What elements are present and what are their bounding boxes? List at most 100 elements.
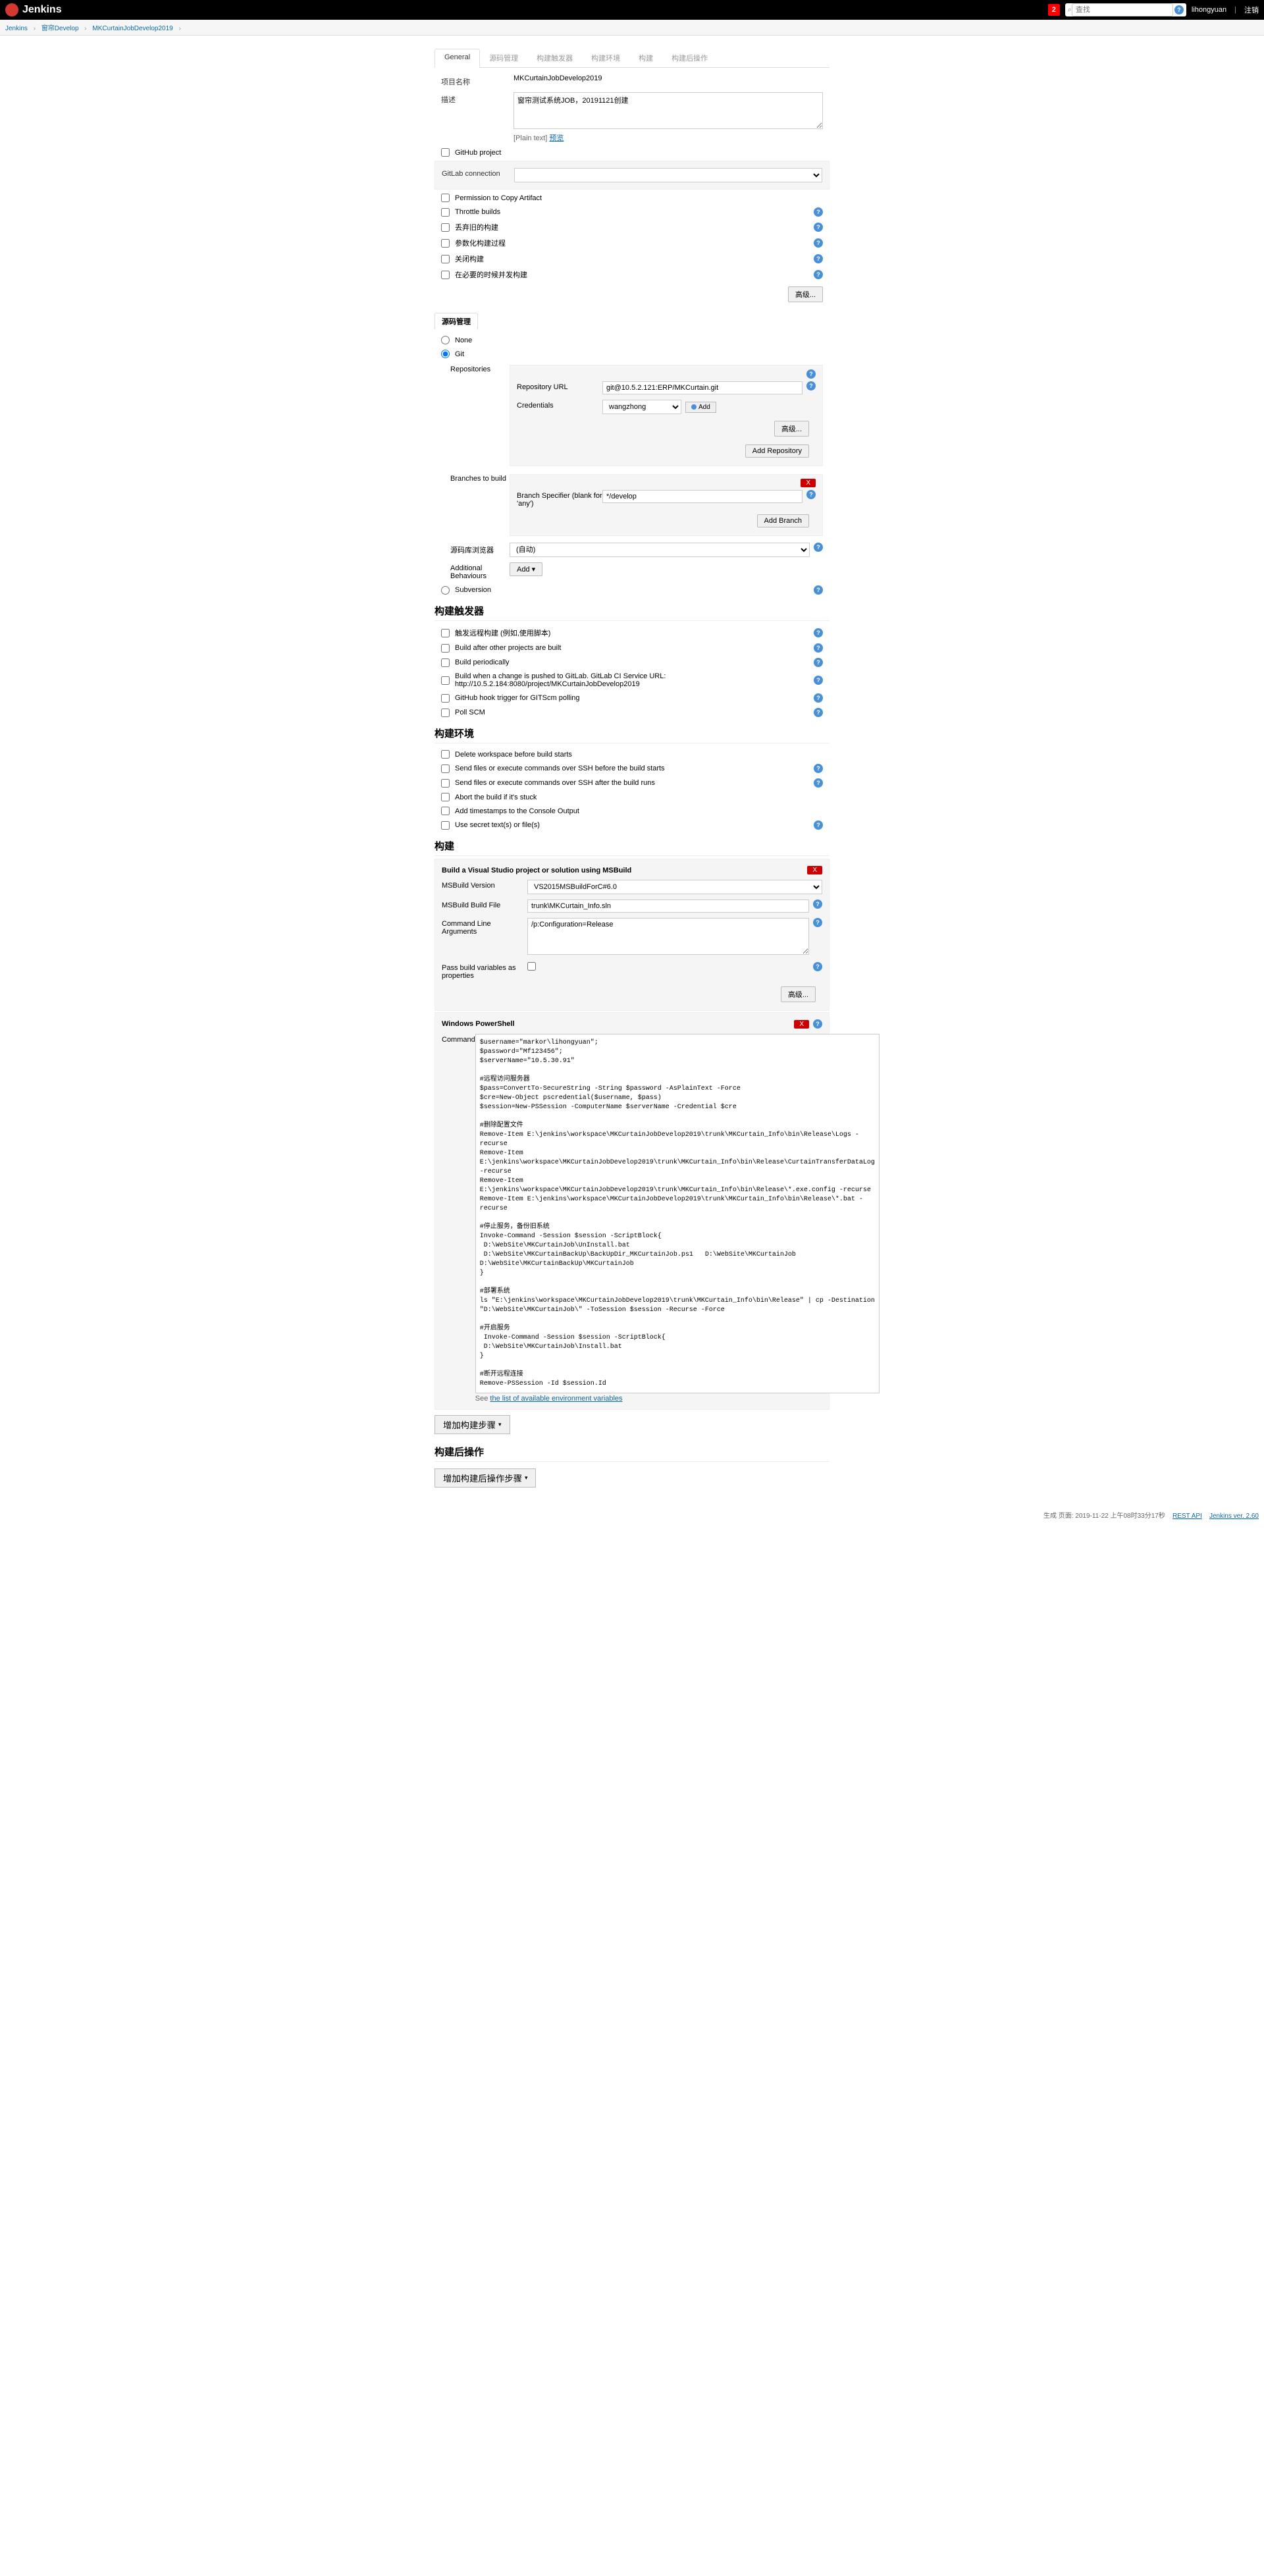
tab-general[interactable]: General: [434, 49, 480, 68]
tab-env[interactable]: 构建环境: [582, 49, 629, 67]
add-credentials-button[interactable]: Add: [685, 402, 716, 413]
delete-branch-button[interactable]: X: [801, 479, 816, 487]
help-icon[interactable]: ?: [814, 708, 823, 717]
cmd-args-textarea[interactable]: /p:Configuration=Release: [527, 918, 809, 955]
scm-none-radio[interactable]: [441, 336, 450, 344]
scm-svn-radio[interactable]: [441, 586, 450, 595]
jenkins-version-link[interactable]: Jenkins ver. 2.60: [1209, 1513, 1259, 1520]
advanced-button[interactable]: 高级...: [788, 286, 823, 302]
help-icon[interactable]: ?: [814, 270, 823, 279]
add-branch-button[interactable]: Add Branch: [757, 514, 809, 527]
help-icon[interactable]: ?: [814, 543, 823, 552]
tab-build[interactable]: 构建: [629, 49, 662, 67]
browser-label: 源码库浏览器: [450, 543, 510, 555]
powershell-step-title: Windows PowerShell: [442, 1020, 794, 1028]
tab-triggers[interactable]: 构建触发器: [527, 49, 582, 67]
trigger-poll-checkbox[interactable]: [441, 709, 450, 717]
trigger-github-checkbox[interactable]: [441, 694, 450, 703]
branch-spec-input[interactable]: [602, 490, 803, 503]
plain-text-label: [Plain text]: [514, 134, 547, 142]
user-link[interactable]: lihongyuan: [1192, 6, 1226, 14]
description-textarea[interactable]: 窗帘测试系统JOB，20191121创建: [514, 92, 823, 129]
jenkins-logo[interactable]: Jenkins: [5, 3, 62, 16]
help-icon[interactable]: ?: [814, 676, 823, 685]
help-icon[interactable]: ?: [814, 254, 823, 263]
help-icon[interactable]: ?: [814, 693, 823, 703]
help-icon[interactable]: ?: [814, 628, 823, 637]
logout-link[interactable]: 注销: [1244, 5, 1259, 15]
help-icon[interactable]: ?: [814, 643, 823, 653]
trigger-gitlab-checkbox[interactable]: [441, 676, 450, 685]
repo-url-input[interactable]: [602, 381, 803, 394]
perm-copy-label: Permission to Copy Artifact: [455, 194, 542, 202]
gitlab-conn-select[interactable]: [514, 168, 822, 182]
delete-msbuild-button[interactable]: X: [807, 866, 822, 874]
throttle-checkbox[interactable]: [441, 208, 450, 217]
env-secret-label: Use secret text(s) or file(s): [455, 821, 540, 829]
trigger-remote-checkbox[interactable]: [441, 629, 450, 637]
perm-copy-checkbox[interactable]: [441, 194, 450, 202]
help-icon[interactable]: ?: [813, 1019, 822, 1029]
env-ssh-after-checkbox[interactable]: [441, 779, 450, 788]
msbuild-advanced-button[interactable]: 高级...: [781, 986, 816, 1002]
trigger-after-checkbox[interactable]: [441, 644, 450, 653]
additional-label: Additional Behaviours: [450, 562, 510, 580]
tab-scm[interactable]: 源码管理: [480, 49, 527, 67]
cmd-args-label: Command Line Arguments: [442, 918, 527, 936]
help-icon[interactable]: ?: [814, 223, 823, 232]
scm-git-label: Git: [455, 350, 464, 358]
discard-checkbox[interactable]: [441, 223, 450, 232]
add-behaviour-button[interactable]: Add ▾: [510, 562, 542, 576]
help-icon[interactable]: ?: [814, 764, 823, 773]
rest-api-link[interactable]: REST API: [1172, 1513, 1202, 1520]
trigger-github-label: GitHub hook trigger for GITScm polling: [455, 694, 580, 702]
help-icon[interactable]: ?: [806, 369, 816, 379]
breadcrumb-item[interactable]: Jenkins: [5, 25, 28, 32]
powershell-command-textarea[interactable]: $username="markor\lihongyuan"; $password…: [475, 1034, 880, 1393]
help-icon[interactable]: ?: [813, 899, 822, 909]
env-delete-checkbox[interactable]: [441, 750, 450, 759]
build-file-input[interactable]: [527, 899, 809, 913]
help-icon[interactable]: ?: [814, 658, 823, 667]
add-repo-button[interactable]: Add Repository: [745, 444, 809, 458]
help-icon[interactable]: ?: [813, 962, 822, 971]
help-icon[interactable]: ?: [806, 490, 816, 499]
add-build-step-button[interactable]: 增加构建步骤: [434, 1415, 510, 1434]
breadcrumb-item[interactable]: MKCurtainJobDevelop2019: [92, 25, 172, 32]
credentials-select[interactable]: wangzhong: [602, 400, 681, 414]
help-icon[interactable]: ?: [806, 381, 816, 390]
concurrent-checkbox[interactable]: [441, 271, 450, 279]
help-icon[interactable]: ?: [814, 820, 823, 830]
scm-title-tab: 源码管理: [434, 313, 478, 329]
help-icon[interactable]: ?: [814, 778, 823, 788]
close-checkbox[interactable]: [441, 255, 450, 263]
env-ssh-before-checkbox[interactable]: [441, 765, 450, 773]
search-help-icon[interactable]: ?: [1174, 5, 1184, 14]
breadcrumb-item[interactable]: 窗帘Develop: [41, 25, 79, 32]
browser-select[interactable]: (自动): [510, 543, 810, 557]
github-project-checkbox[interactable]: [441, 148, 450, 157]
add-post-step-button[interactable]: 增加构建后操作步骤: [434, 1468, 536, 1488]
delete-powershell-button[interactable]: X: [794, 1020, 809, 1029]
pass-vars-checkbox[interactable]: [527, 962, 536, 971]
preview-link[interactable]: 预览: [549, 134, 564, 142]
env-abort-checkbox[interactable]: [441, 793, 450, 801]
trigger-periodic-checkbox[interactable]: [441, 658, 450, 667]
help-icon[interactable]: ?: [814, 585, 823, 595]
scm-git-radio[interactable]: [441, 350, 450, 358]
msbuild-ver-select[interactable]: VS2015MSBuildForC#6.0: [527, 880, 822, 894]
help-icon[interactable]: ?: [814, 207, 823, 217]
env-vars-link[interactable]: the list of available environment variab…: [490, 1395, 622, 1403]
repo-advanced-button[interactable]: 高级...: [774, 421, 809, 437]
help-icon[interactable]: ?: [813, 918, 822, 927]
command-label: Command: [442, 1034, 475, 1044]
env-secret-checkbox[interactable]: [441, 821, 450, 830]
gitlab-conn-label: GitLab connection: [442, 168, 514, 178]
param-checkbox[interactable]: [441, 239, 450, 248]
env-timestamp-checkbox[interactable]: [441, 807, 450, 815]
param-label: 参数化构建过程: [455, 238, 506, 248]
notification-badge[interactable]: 2: [1048, 4, 1060, 16]
search-input[interactable]: [1072, 3, 1173, 16]
tab-post[interactable]: 构建后操作: [662, 49, 717, 67]
help-icon[interactable]: ?: [814, 238, 823, 248]
